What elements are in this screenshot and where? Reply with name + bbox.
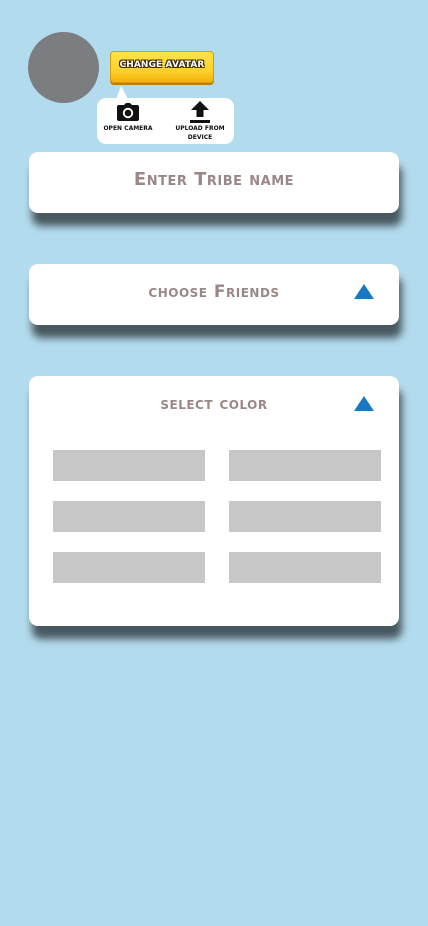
avatar-placeholder[interactable]	[28, 32, 99, 103]
avatar-source-menu: Open camera Upload from device	[96, 86, 234, 144]
open-camera-label: Open camera	[103, 125, 153, 132]
color-swatch-6[interactable]	[229, 552, 381, 583]
color-swatch-1[interactable]	[53, 450, 205, 481]
camera-icon	[117, 101, 139, 123]
color-toggle-up-icon[interactable]	[354, 396, 374, 411]
select-color-heading: select color	[160, 394, 268, 414]
friends-toggle-up-icon[interactable]	[354, 284, 374, 299]
change-avatar-button[interactable]: Change Avatar	[110, 51, 214, 83]
open-camera-option[interactable]: Open camera	[96, 98, 160, 144]
color-swatch-3[interactable]	[53, 501, 205, 532]
choose-friends-panel[interactable]: choose Friends	[29, 264, 399, 325]
upload-from-device-option[interactable]: Upload from device	[168, 98, 232, 144]
tribe-name-field[interactable]: Enter Tribe name	[29, 152, 399, 213]
select-color-panel: select color	[29, 376, 399, 626]
upload-from-device-label: Upload from device	[175, 125, 225, 141]
tribe-name-placeholder: Enter Tribe name	[133, 169, 295, 190]
color-swatch-2[interactable]	[229, 450, 381, 481]
choose-friends-heading: choose Friends	[148, 282, 280, 302]
color-swatch-5[interactable]	[53, 552, 205, 583]
upload-icon	[190, 101, 210, 123]
color-swatch-4[interactable]	[229, 501, 381, 532]
